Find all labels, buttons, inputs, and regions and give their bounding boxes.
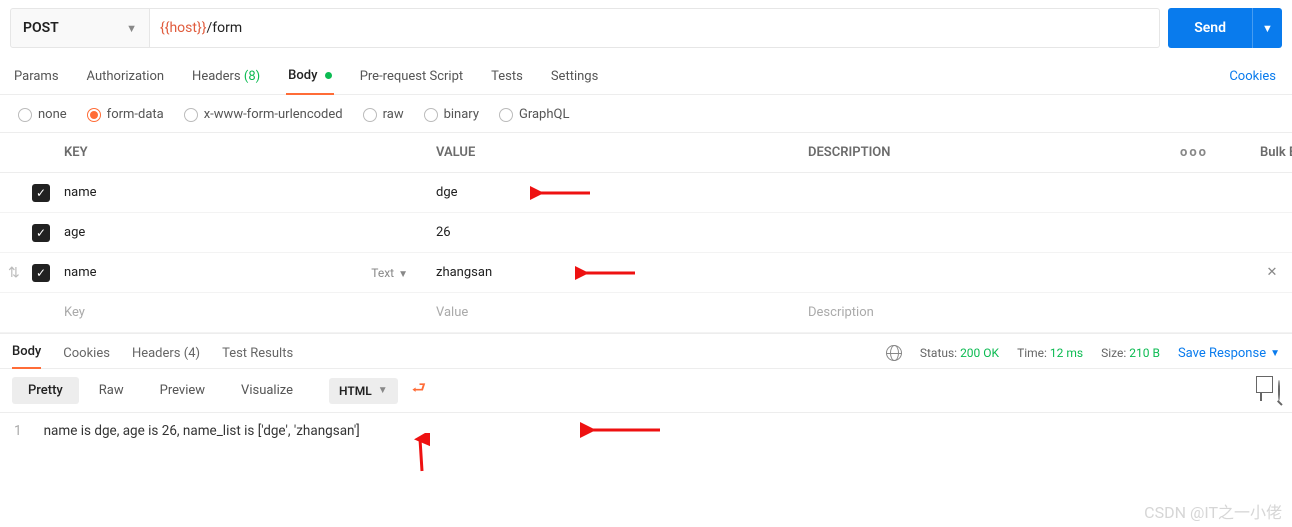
cell-key[interactable]: name	[56, 185, 428, 200]
body-type-raw[interactable]: raw	[363, 107, 404, 122]
radio-icon	[499, 108, 513, 122]
drag-handle-icon[interactable]: ⇅	[0, 265, 24, 281]
type-dropdown[interactable]: Text▼	[371, 266, 420, 280]
res-tab-headers[interactable]: Headers (4)	[132, 346, 200, 361]
tab-headers-label: Headers	[192, 69, 241, 84]
cookies-link[interactable]: Cookies	[1227, 61, 1280, 94]
time-value: 12 ms	[1050, 346, 1083, 360]
form-data-table: KEY VALUE DESCRIPTION ooo Bulk Edit ✓ na…	[0, 132, 1292, 334]
annotation-arrow-icon	[580, 421, 660, 439]
size-value: 210 B	[1129, 346, 1160, 360]
dot-indicator-icon	[325, 72, 332, 79]
radio-icon	[18, 108, 32, 122]
table-row-placeholder: Key Value Description	[0, 293, 1292, 333]
res-tab-test-results[interactable]: Test Results	[222, 346, 293, 361]
http-method-label: POST	[23, 20, 59, 36]
checkbox-checked-icon[interactable]: ✓	[32, 184, 50, 202]
mode-visualize[interactable]: Visualize	[225, 377, 309, 404]
checkbox-checked-icon[interactable]: ✓	[32, 264, 50, 282]
placeholder-desc[interactable]: Description	[800, 305, 1172, 320]
search-icon[interactable]	[1278, 381, 1280, 400]
wrap-lines-button[interactable]: ⮐	[412, 377, 426, 404]
globe-icon[interactable]	[886, 345, 902, 361]
radio-icon	[424, 108, 438, 122]
more-options-icon[interactable]: ooo	[1172, 145, 1252, 160]
radio-icon	[87, 108, 101, 122]
checkbox-checked-icon[interactable]: ✓	[32, 224, 50, 242]
table-header-row: KEY VALUE DESCRIPTION ooo Bulk Edit	[0, 133, 1292, 173]
response-body: 1 name is dge, age is 26, name_list is ['…	[0, 413, 1292, 449]
body-type-options: none form-data x-www-form-urlencoded raw…	[0, 95, 1292, 132]
response-meta: Status: 200 OK Time: 12 ms Size: 210 B S…	[886, 345, 1280, 361]
cell-value[interactable]: zhangsan	[428, 265, 800, 280]
table-row: ✓ age 26	[0, 213, 1292, 253]
language-select[interactable]: HTML▼	[329, 378, 398, 404]
tab-settings[interactable]: Settings	[549, 61, 600, 94]
line-number: 1	[14, 423, 22, 439]
response-view-modes: Pretty Raw Preview Visualize HTML▼ ⮐	[0, 369, 1292, 413]
body-type-x-www[interactable]: x-www-form-urlencoded	[184, 107, 343, 122]
mode-raw[interactable]: Raw	[83, 377, 140, 404]
mode-preview[interactable]: Preview	[144, 377, 221, 404]
placeholder-key[interactable]: Key	[56, 305, 428, 320]
copy-icon[interactable]	[1260, 381, 1262, 400]
response-tabs: Body Cookies Headers (4) Test Results St…	[0, 334, 1292, 369]
tab-body-label: Body	[288, 68, 317, 83]
col-value: VALUE	[428, 145, 800, 160]
placeholder-value[interactable]: Value	[428, 305, 800, 320]
res-tab-cookies[interactable]: Cookies	[63, 346, 110, 361]
radio-icon	[184, 108, 198, 122]
table-row: ⇅ ✓ name Text▼ zhangsan ✕	[0, 253, 1292, 293]
res-headers-count: (4)	[184, 346, 200, 361]
send-button[interactable]: Send	[1168, 8, 1252, 48]
tab-pre-request[interactable]: Pre-request Script	[358, 61, 465, 94]
response-text: name is dge, age is 26, name_list is ['d…	[44, 423, 360, 439]
cell-key[interactable]: name	[64, 265, 97, 280]
delete-row-button[interactable]: ✕	[1252, 265, 1292, 280]
cell-value[interactable]: 26	[428, 225, 800, 240]
annotation-arrow-icon	[410, 433, 430, 473]
send-dropdown-button[interactable]: ▼	[1252, 8, 1282, 48]
request-tabs: Params Authorization Headers (8) Body Pr…	[0, 60, 1292, 95]
http-method-select[interactable]: POST ▼	[10, 8, 150, 48]
tab-headers-count: (8)	[244, 69, 260, 84]
body-type-binary[interactable]: binary	[424, 107, 479, 122]
watermark: CSDN @IT之一小佬	[1144, 499, 1282, 523]
chevron-down-icon: ▼	[398, 269, 408, 280]
mode-pretty[interactable]: Pretty	[12, 377, 79, 404]
body-type-none[interactable]: none	[18, 107, 67, 122]
tab-params[interactable]: Params	[12, 61, 61, 94]
chevron-down-icon: ▼	[1262, 22, 1273, 35]
cell-key[interactable]: age	[56, 225, 428, 240]
body-type-graphql[interactable]: GraphQL	[499, 107, 569, 122]
tab-headers[interactable]: Headers (8)	[190, 61, 262, 94]
tab-tests[interactable]: Tests	[489, 61, 525, 94]
tab-body[interactable]: Body	[286, 60, 334, 95]
bulk-edit-button[interactable]: Bulk Edit	[1252, 145, 1292, 160]
body-type-form-data[interactable]: form-data	[87, 107, 164, 122]
chevron-down-icon: ▼	[1270, 348, 1280, 359]
radio-icon	[363, 108, 377, 122]
save-response-button[interactable]: Save Response ▼	[1178, 346, 1280, 361]
tab-authorization[interactable]: Authorization	[85, 61, 167, 94]
table-row: ✓ name dge	[0, 173, 1292, 213]
status-value: 200 OK	[960, 346, 999, 360]
url-path: /form	[206, 20, 242, 36]
url-input[interactable]: {{host}}/form	[150, 8, 1160, 48]
res-tab-body[interactable]: Body	[12, 344, 41, 369]
url-variable: {{host}}	[160, 20, 206, 36]
chevron-down-icon: ▼	[378, 385, 388, 396]
chevron-down-icon: ▼	[126, 22, 137, 35]
cell-value[interactable]: dge	[428, 185, 800, 200]
col-description: DESCRIPTION	[800, 145, 1172, 160]
col-key: KEY	[56, 145, 428, 160]
